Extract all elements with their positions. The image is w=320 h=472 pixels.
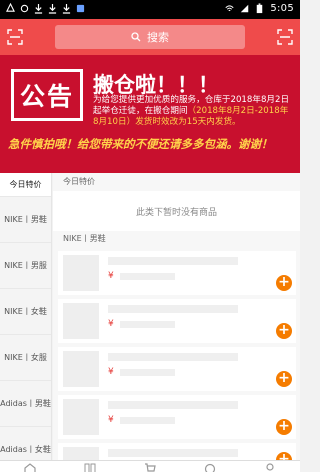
home-icon[interactable] bbox=[24, 463, 36, 472]
category-icon[interactable] bbox=[84, 463, 96, 472]
product-card[interactable]: ¥ + bbox=[58, 299, 296, 343]
add-to-cart-button[interactable]: + bbox=[276, 419, 292, 435]
phone-icon bbox=[20, 4, 29, 13]
product-name-placeholder bbox=[108, 449, 238, 457]
cart-icon[interactable] bbox=[144, 463, 156, 472]
empty-state: 此类下暂时没有商品 bbox=[53, 191, 300, 231]
announcement-banner[interactable]: 公告 搬仓啦！！！ 为给您提供更加优质的服务，仓库于2018年8月2日起举仓迁徒… bbox=[0, 55, 300, 173]
status-time: 5:05 bbox=[270, 3, 294, 14]
product-name-placeholder bbox=[108, 401, 238, 409]
sidebar-item-nike-women-clothing[interactable]: NIKE丨女服 bbox=[0, 335, 51, 381]
add-to-cart-button[interactable]: + bbox=[276, 371, 292, 387]
product-price: ¥ bbox=[108, 367, 114, 377]
scan-icon[interactable] bbox=[7, 29, 23, 45]
add-to-cart-button[interactable]: + bbox=[276, 323, 292, 339]
bottom-nav bbox=[0, 460, 300, 472]
empty-state-text: 此类下暂时没有商品 bbox=[135, 207, 217, 218]
product-card[interactable]: ¥ + bbox=[58, 395, 296, 439]
sidebar-item-label: NIKE丨男鞋 bbox=[4, 215, 47, 224]
notification-icon bbox=[6, 3, 15, 12]
category-sidebar: 今日特价 NIKE丨男鞋 NIKE丨男服 NIKE丨女鞋 NIKE丨女服 Adi… bbox=[0, 173, 52, 460]
product-price: ¥ bbox=[108, 271, 114, 281]
product-card[interactable]: ¥ + bbox=[58, 443, 296, 460]
banner-body-text-2: 发货时效改为15天内发货。 bbox=[135, 117, 241, 127]
search-input[interactable]: 搜索 bbox=[55, 25, 245, 49]
product-price-placeholder bbox=[120, 273, 175, 280]
banner-footer: 急件慎拍哦！给您带来的不便还请多多包涵。谢谢！ bbox=[8, 137, 273, 151]
search-placeholder: 搜索 bbox=[147, 31, 169, 44]
message-icon[interactable] bbox=[204, 463, 216, 472]
product-image bbox=[63, 303, 99, 339]
sidebar-item-nike-men-clothing[interactable]: NIKE丨男服 bbox=[0, 243, 51, 289]
sidebar-item-label: NIKE丨女鞋 bbox=[4, 307, 47, 316]
sidebar-item-today-special[interactable]: 今日特价 bbox=[0, 173, 51, 197]
sidebar-item-label: Adidas丨男鞋 bbox=[0, 399, 51, 408]
announcement-badge: 公告 bbox=[11, 69, 83, 121]
wifi-icon bbox=[225, 5, 234, 12]
product-card[interactable]: ¥ + bbox=[58, 347, 296, 391]
product-price: ¥ bbox=[108, 319, 114, 329]
app-icon bbox=[76, 4, 85, 13]
sidebar-item-label: NIKE丨女服 bbox=[4, 353, 47, 362]
product-image bbox=[63, 351, 99, 387]
status-bar: 5:05 bbox=[0, 0, 300, 19]
scan-icon[interactable] bbox=[277, 29, 293, 45]
product-list-area: 今日特价 此类下暂时没有商品 NIKE丨男鞋 ¥ + ¥ + ¥ + ¥ + ¥… bbox=[53, 173, 300, 460]
product-image bbox=[63, 447, 99, 460]
section-title: 今日特价 bbox=[63, 177, 95, 186]
sidebar-item-label: 今日特价 bbox=[9, 180, 42, 189]
signal-icon bbox=[241, 4, 249, 13]
sidebar-item-nike-women-shoes[interactable]: NIKE丨女鞋 bbox=[0, 289, 51, 335]
product-card[interactable]: ¥ + bbox=[58, 251, 296, 295]
section-title: NIKE丨男鞋 bbox=[63, 234, 106, 243]
sidebar-item-label: NIKE丨男服 bbox=[4, 261, 47, 270]
add-to-cart-button[interactable]: + bbox=[276, 275, 292, 291]
download-icon bbox=[62, 3, 71, 14]
banner-body: 为给您提供更加优质的服务，仓库于2018年8月2日起举仓迁徒，在搬仓期间（201… bbox=[93, 95, 293, 128]
download-icon bbox=[34, 3, 43, 14]
product-image bbox=[63, 399, 99, 435]
product-price: ¥ bbox=[108, 415, 114, 425]
download-icon bbox=[48, 3, 57, 14]
product-price-placeholder bbox=[120, 321, 175, 328]
product-price-placeholder bbox=[120, 369, 175, 376]
product-image bbox=[63, 255, 99, 291]
sidebar-item-label: Adidas丨女鞋 bbox=[0, 445, 51, 454]
product-price-placeholder bbox=[120, 417, 175, 424]
product-name-placeholder bbox=[108, 353, 238, 361]
search-icon bbox=[131, 32, 141, 42]
user-icon[interactable] bbox=[264, 463, 276, 472]
product-name-placeholder bbox=[108, 257, 238, 265]
sidebar-item-adidas-men-shoes[interactable]: Adidas丨男鞋 bbox=[0, 381, 51, 427]
product-name-placeholder bbox=[108, 305, 238, 313]
add-to-cart-button[interactable]: + bbox=[276, 452, 292, 460]
top-header: 搜索 bbox=[0, 19, 300, 55]
sidebar-item-nike-men-shoes[interactable]: NIKE丨男鞋 bbox=[0, 197, 51, 243]
battery-icon bbox=[257, 3, 263, 14]
